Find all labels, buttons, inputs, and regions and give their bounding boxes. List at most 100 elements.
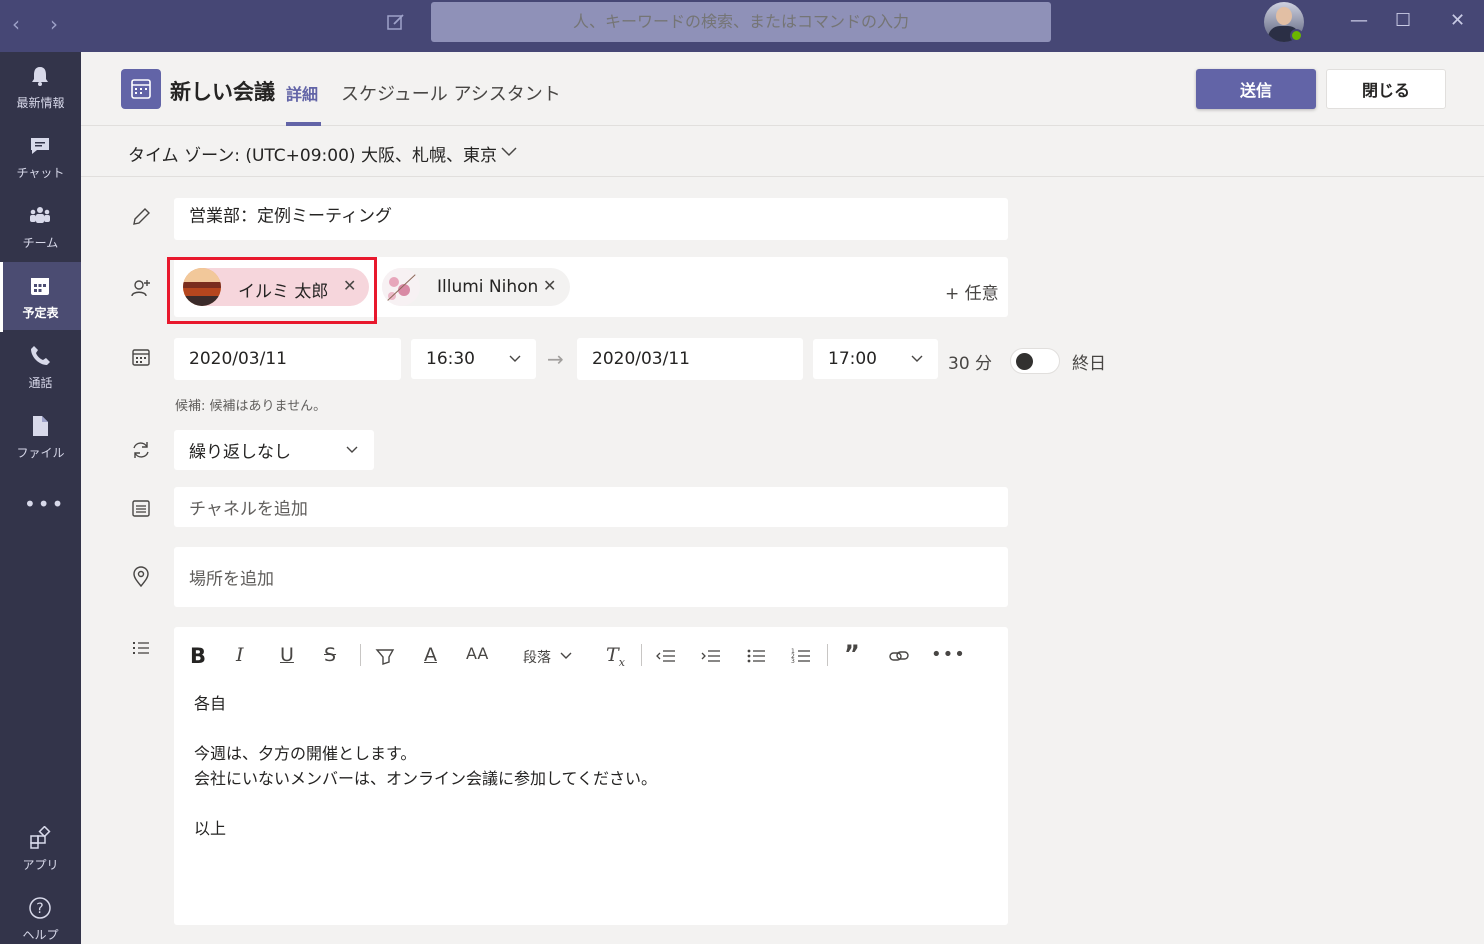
rail-label: アプリ bbox=[22, 858, 59, 872]
back-arrow-icon[interactable]: ‹ bbox=[12, 12, 20, 36]
apps-icon bbox=[30, 826, 51, 849]
add-optional-link[interactable]: + 任意 bbox=[945, 279, 999, 304]
rail-item-help[interactable]: ? ヘルプ bbox=[0, 884, 81, 944]
highlight-box bbox=[167, 257, 377, 324]
status-available-icon bbox=[1290, 29, 1303, 42]
location-input[interactable]: 場所を追加 bbox=[174, 547, 1008, 607]
end-time-select[interactable]: 17:00 bbox=[813, 339, 938, 379]
underline-icon[interactable]: U bbox=[280, 644, 294, 668]
body-line: 会社にいないメンバーは、オンライン会議に参加してください。 bbox=[194, 769, 658, 788]
forward-arrow-icon[interactable]: › bbox=[50, 12, 58, 36]
active-tab-indicator bbox=[286, 122, 321, 126]
pencil-icon bbox=[133, 208, 150, 225]
remove-attendee-icon[interactable]: ✕ bbox=[543, 276, 556, 295]
channel-placeholder: チャネルを追加 bbox=[189, 499, 308, 520]
chevron-down-icon bbox=[346, 446, 358, 453]
chevron-down-icon[interactable] bbox=[501, 147, 517, 157]
toolbar-divider bbox=[827, 644, 828, 666]
increase-indent-icon[interactable] bbox=[700, 644, 722, 668]
rail-label: チーム bbox=[22, 236, 59, 250]
all-day-toggle[interactable] bbox=[1010, 348, 1060, 374]
title-bar: ‹ › — ☐ ✕ bbox=[0, 0, 1484, 52]
start-date-input[interactable]: 2020/03/11 bbox=[174, 338, 401, 380]
search-input[interactable] bbox=[431, 2, 1051, 42]
paragraph-style-select[interactable]: 段落 bbox=[523, 647, 551, 671]
rail-item-activity[interactable]: 最新情報 bbox=[0, 52, 81, 120]
chevron-down-icon[interactable] bbox=[560, 652, 572, 660]
timezone-label: タイム ゾーン: (UTC+09:00) 大阪、札幌、東京 bbox=[128, 146, 497, 166]
toolbar-divider bbox=[360, 644, 361, 666]
bell-icon bbox=[32, 67, 48, 86]
svg-text:?: ? bbox=[36, 901, 43, 917]
tab-scheduling-assistant[interactable]: スケジュール アシスタント bbox=[341, 80, 561, 106]
bullet-list-icon[interactable] bbox=[745, 644, 767, 668]
clear-formatting-icon[interactable]: Tx bbox=[606, 644, 625, 669]
rail-label: 予定表 bbox=[22, 306, 59, 320]
rail-item-apps[interactable]: アプリ bbox=[0, 814, 81, 882]
start-date-value: 2020/03/11 bbox=[189, 349, 287, 369]
rail-item-teams[interactable]: チーム bbox=[0, 192, 81, 260]
details-list-icon bbox=[133, 642, 149, 654]
teams-icon bbox=[30, 207, 50, 223]
end-time-value: 17:00 bbox=[828, 349, 877, 369]
svg-text:3: 3 bbox=[791, 658, 795, 665]
phone-icon bbox=[31, 346, 50, 365]
end-date-input[interactable]: 2020/03/11 bbox=[577, 338, 803, 380]
rail-item-files[interactable]: ファイル bbox=[0, 402, 81, 470]
repeat-value: 繰り返しなし bbox=[189, 442, 291, 463]
meeting-title-value: 営業部：定例ミーティング bbox=[189, 206, 392, 227]
italic-icon[interactable]: I bbox=[236, 644, 244, 668]
location-placeholder: 場所を追加 bbox=[189, 569, 274, 590]
channel-input[interactable]: チャネルを追加 bbox=[174, 487, 1008, 527]
bold-icon[interactable]: B bbox=[190, 644, 206, 668]
app-rail: 最新情報 チャット チーム 予定表 通話 ファイル ••• アプリ ? ヘルプ bbox=[0, 52, 81, 944]
highlight-icon[interactable] bbox=[374, 644, 396, 668]
rail-item-calendar[interactable]: 予定表 bbox=[0, 262, 81, 332]
calendar-small-icon bbox=[132, 349, 150, 366]
attendee-chip[interactable]: Illumi Nihon ✕ bbox=[382, 268, 570, 306]
rail-label: 通話 bbox=[28, 376, 53, 390]
location-pin-icon bbox=[133, 566, 149, 588]
minimize-icon[interactable]: — bbox=[1350, 10, 1368, 31]
font-color-icon[interactable]: A bbox=[424, 644, 437, 668]
tab-details[interactable]: 詳細 bbox=[286, 81, 318, 105]
attendee-name: Illumi Nihon bbox=[437, 277, 539, 297]
rail-label: 最新情報 bbox=[16, 96, 65, 110]
rail-item-calls[interactable]: 通話 bbox=[0, 332, 81, 400]
description-editor[interactable]: B I U S A AA 段落 Tx 123 ” ••• 各自 今週は、夕方の開… bbox=[174, 627, 1008, 925]
more-options-icon[interactable]: ••• bbox=[931, 644, 966, 668]
numbered-list-icon[interactable]: 123 bbox=[790, 644, 812, 668]
meeting-title-input[interactable]: 営業部：定例ミーティング bbox=[174, 198, 1008, 240]
decrease-indent-icon[interactable] bbox=[655, 644, 677, 668]
repeat-select[interactable]: 繰り返しなし bbox=[174, 430, 374, 470]
start-time-value: 16:30 bbox=[426, 349, 475, 369]
compose-icon[interactable] bbox=[386, 12, 406, 32]
close-button[interactable]: 閉じる bbox=[1326, 69, 1446, 109]
meeting-calendar-icon bbox=[121, 69, 161, 109]
duration-label: 30 分 bbox=[948, 354, 993, 374]
more-apps-icon[interactable]: ••• bbox=[24, 492, 65, 516]
repeat-icon bbox=[133, 442, 149, 458]
timezone-row[interactable]: タイム ゾーン: (UTC+09:00) 大阪、札幌、東京 bbox=[81, 127, 1484, 177]
file-icon bbox=[33, 416, 48, 436]
calendar-icon bbox=[31, 278, 49, 295]
all-day-label: 終日 bbox=[1072, 354, 1106, 374]
help-icon: ? bbox=[29, 897, 51, 919]
rail-label: ヘルプ bbox=[22, 928, 59, 942]
chevron-down-icon bbox=[509, 355, 521, 362]
toolbar-divider bbox=[641, 644, 642, 666]
channel-icon bbox=[132, 500, 150, 517]
arrow-right-icon: → bbox=[547, 347, 564, 371]
body-line: 以上 bbox=[194, 819, 227, 838]
body-line: 今週は、夕方の開催とします。 bbox=[194, 744, 417, 763]
rail-item-chat[interactable]: チャット bbox=[0, 122, 81, 190]
strikethrough-icon[interactable]: S bbox=[324, 644, 336, 668]
start-time-select[interactable]: 16:30 bbox=[411, 339, 536, 379]
maximize-icon[interactable]: ☐ bbox=[1395, 10, 1411, 31]
quote-icon[interactable]: ” bbox=[844, 640, 860, 668]
link-icon[interactable] bbox=[888, 644, 910, 668]
font-size-icon[interactable]: AA bbox=[466, 644, 488, 668]
close-window-icon[interactable]: ✕ bbox=[1450, 10, 1465, 31]
send-button[interactable]: 送信 bbox=[1196, 69, 1316, 109]
meeting-header: 新しい会議 詳細 スケジュール アシスタント 送信 閉じる bbox=[81, 52, 1484, 126]
